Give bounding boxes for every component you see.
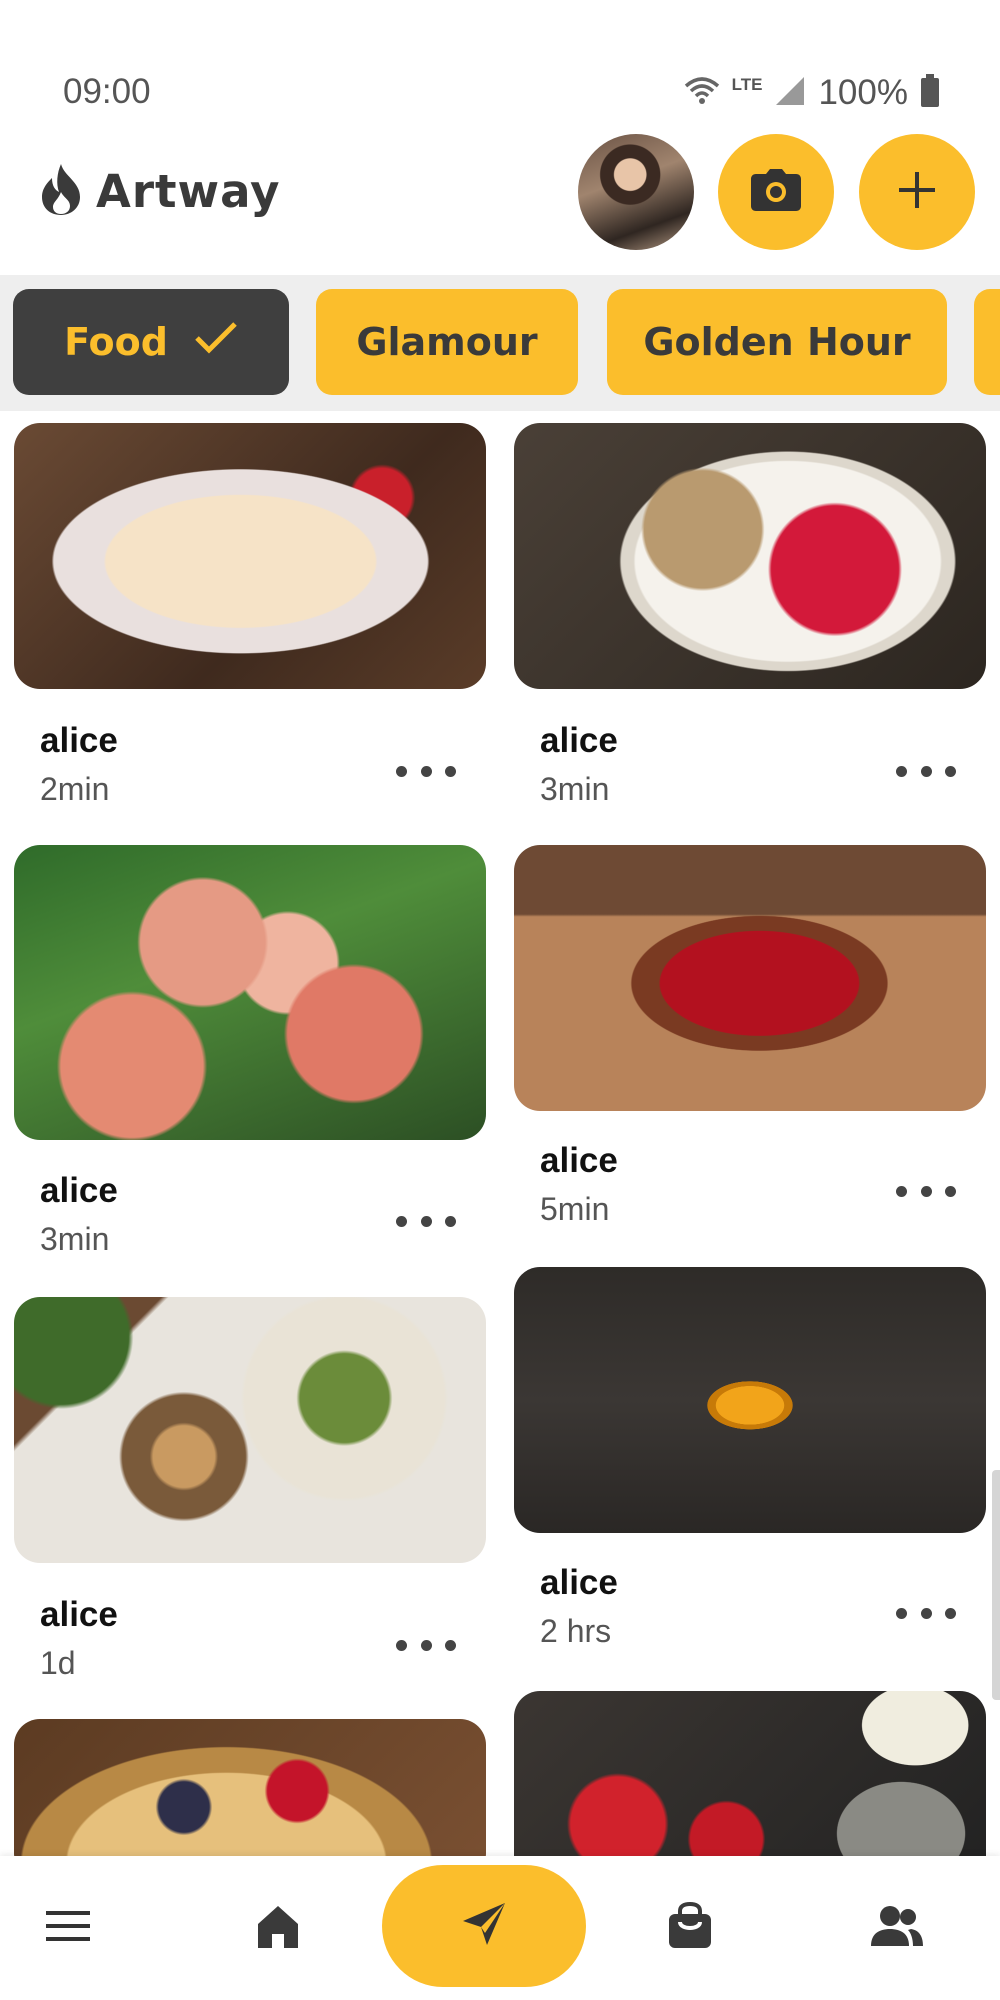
status-time: 09:00 (63, 72, 151, 111)
nav-shop-button[interactable] (625, 1856, 755, 2000)
post-time: 2min (40, 771, 110, 807)
more-options-button[interactable] (396, 751, 456, 791)
category-label: Golden Hour (643, 320, 911, 364)
photo-feed[interactable]: alice 2min alice 3min alice 1d alice 3mi… (0, 411, 1000, 1856)
menu-icon (44, 1908, 92, 1949)
user-avatar[interactable] (578, 134, 694, 250)
category-chip-next[interactable] (974, 289, 1000, 395)
nav-people-button[interactable] (832, 1856, 962, 2000)
more-horizontal-icon (396, 1639, 407, 1651)
status-icons: LTE 100% (684, 70, 940, 116)
battery-icon (920, 73, 940, 113)
post-author[interactable]: alice (540, 721, 618, 761)
post-time: 5min (540, 1191, 610, 1227)
more-options-button[interactable] (896, 1171, 956, 1211)
category-label: Food (64, 320, 168, 364)
more-options-button[interactable] (396, 1625, 456, 1665)
plus-icon (897, 170, 937, 215)
category-chip-food[interactable]: Food (13, 289, 289, 395)
more-options-button[interactable] (396, 1201, 456, 1241)
post-photo[interactable] (14, 1719, 486, 1856)
post-author[interactable]: alice (40, 1171, 118, 1211)
app-header: Artway (0, 130, 1000, 275)
category-label: Glamour (356, 320, 538, 364)
post-author[interactable]: alice (540, 1141, 618, 1181)
network-type: LTE (731, 75, 763, 94)
post-photo[interactable] (14, 845, 486, 1140)
post-card[interactable]: alice 1d (14, 1297, 486, 1697)
post-photo[interactable] (514, 845, 986, 1111)
post-card[interactable] (14, 1719, 486, 1856)
people-icon (870, 1904, 924, 1953)
wifi-icon (684, 76, 720, 111)
app-name: Artway (96, 165, 281, 218)
post-author[interactable]: alice (40, 721, 118, 761)
feed-scrollbar[interactable] (992, 1470, 1000, 1700)
post-author[interactable]: alice (540, 1563, 618, 1603)
shopping-bag-icon (667, 1901, 713, 1955)
post-card[interactable]: alice 3min (14, 845, 486, 1265)
camera-icon (750, 168, 802, 217)
home-icon (254, 1902, 302, 1955)
check-icon (194, 320, 238, 364)
post-time: 2 hrs (540, 1613, 612, 1649)
more-options-button[interactable] (896, 1593, 956, 1633)
status-bar: 09:00 LTE 100% (0, 0, 1000, 130)
post-photo[interactable] (514, 1691, 986, 1856)
post-card[interactable]: alice 2 hrs (514, 1267, 986, 1667)
nav-send-button[interactable] (382, 1865, 586, 1987)
cell-signal-icon (774, 75, 806, 112)
nav-menu-button[interactable] (3, 1856, 133, 2000)
app-logo[interactable]: Artway (40, 162, 280, 221)
send-icon (459, 1899, 509, 1954)
post-card[interactable]: alice 2min (14, 423, 486, 823)
post-time: 3min (540, 771, 610, 807)
camera-button[interactable] (718, 134, 834, 250)
category-chip-glamour[interactable]: Glamour (316, 289, 578, 395)
more-options-button[interactable] (896, 751, 956, 791)
post-photo[interactable] (14, 1297, 486, 1563)
post-photo[interactable] (14, 423, 486, 689)
post-time: 3min (40, 1221, 110, 1257)
battery-percent: 100% (818, 73, 908, 112)
post-author[interactable]: alice (40, 1595, 118, 1635)
add-post-button[interactable] (859, 134, 975, 250)
more-horizontal-icon (896, 1185, 907, 1197)
post-card[interactable]: alice 5min (514, 845, 986, 1245)
more-horizontal-icon (896, 765, 907, 777)
post-photo[interactable] (514, 1267, 986, 1533)
category-chip-golden-hour[interactable]: Golden Hour (607, 289, 947, 395)
flame-icon (40, 162, 82, 221)
more-horizontal-icon (896, 1607, 907, 1619)
more-horizontal-icon (396, 765, 407, 777)
post-time: 1d (40, 1645, 76, 1681)
more-horizontal-icon (396, 1215, 407, 1227)
post-card[interactable]: alice 3min (514, 423, 986, 823)
post-photo[interactable] (514, 423, 986, 689)
category-bar[interactable]: Food Glamour Golden Hour (0, 275, 1000, 411)
bottom-nav (0, 1856, 1000, 2000)
post-card[interactable] (514, 1691, 986, 1856)
nav-home-button[interactable] (213, 1856, 343, 2000)
